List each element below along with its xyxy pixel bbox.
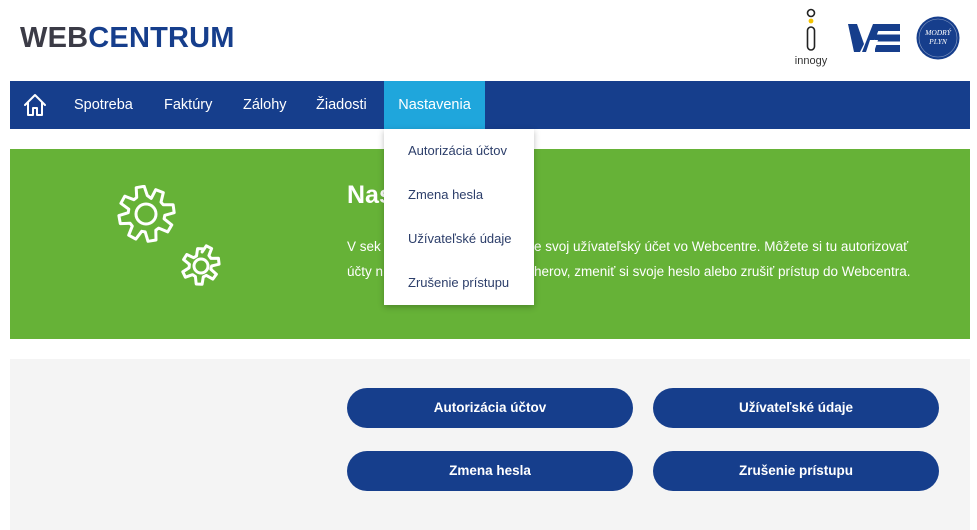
hero-line2-right: herov, zmeniť si svoje heslo alebo zruši… — [534, 264, 911, 279]
nav-home[interactable] — [22, 92, 48, 118]
header: WEBCENTRUM innogy MODRÝ PLYN — [0, 0, 977, 81]
hero-line2-left: účty n — [347, 264, 384, 279]
logo-text-web: WEB — [20, 22, 89, 54]
modry-plyn-logo: MODRÝ PLYN — [916, 16, 960, 60]
dropdown-item-autorizacia[interactable]: Autorizácia účtov — [408, 143, 507, 158]
innogy-logo: innogy — [788, 8, 834, 70]
dropdown-item-udaje[interactable]: Užívateľské údaje — [408, 231, 512, 246]
zrusenie-button[interactable]: Zrušenie prístupu — [653, 451, 939, 491]
nav-item-faktury[interactable]: Faktúry — [164, 81, 212, 129]
vse-mark-icon — [848, 24, 900, 52]
main-nav: Spotreba Faktúry Zálohy Žiadosti Nastave… — [10, 81, 970, 129]
modry-plyn-line2: PLYN — [929, 37, 947, 46]
dropdown-item-zrusenie[interactable]: Zrušenie prístupu — [408, 275, 509, 290]
hero-line1-left: V sek — [347, 239, 381, 254]
nav-item-spotreba[interactable]: Spotreba — [74, 81, 133, 129]
nav-item-zalohy[interactable]: Zálohy — [243, 81, 287, 129]
modry-plyn-text: MODRÝ PLYN — [916, 28, 960, 46]
nav-item-nastavenia[interactable]: Nastavenia — [384, 81, 485, 129]
home-icon — [24, 94, 46, 116]
settings-dropdown: Autorizácia účtov Zmena hesla Užívateľsk… — [384, 129, 534, 305]
innogy-label: innogy — [794, 55, 828, 67]
nav-item-ziadosti[interactable]: Žiadosti — [316, 81, 367, 129]
hero-line1-right: e svoj užívateľský účet vo Webcentre. Mô… — [534, 239, 909, 254]
actions-panel: Autorizácia účtov Užívateľské údaje Zmen… — [10, 359, 970, 530]
udaje-button[interactable]: Užívateľské údaje — [653, 388, 939, 428]
page: WEBCENTRUM innogy MODRÝ PLYN Spotreba Fa… — [0, 0, 977, 530]
autorizacia-button[interactable]: Autorizácia účtov — [347, 388, 633, 428]
gears-icon — [117, 185, 221, 286]
modry-plyn-line1: MODRÝ — [925, 28, 951, 37]
vse-logo — [848, 22, 900, 54]
zmena-hesla-button[interactable]: Zmena hesla — [347, 451, 633, 491]
logo-text-centrum: CENTRUM — [88, 22, 235, 54]
webcentrum-logo[interactable]: WEBCENTRUM — [20, 22, 235, 55]
dropdown-item-zmena-hesla[interactable]: Zmena hesla — [408, 187, 483, 202]
innogy-mark-icon — [806, 8, 816, 51]
